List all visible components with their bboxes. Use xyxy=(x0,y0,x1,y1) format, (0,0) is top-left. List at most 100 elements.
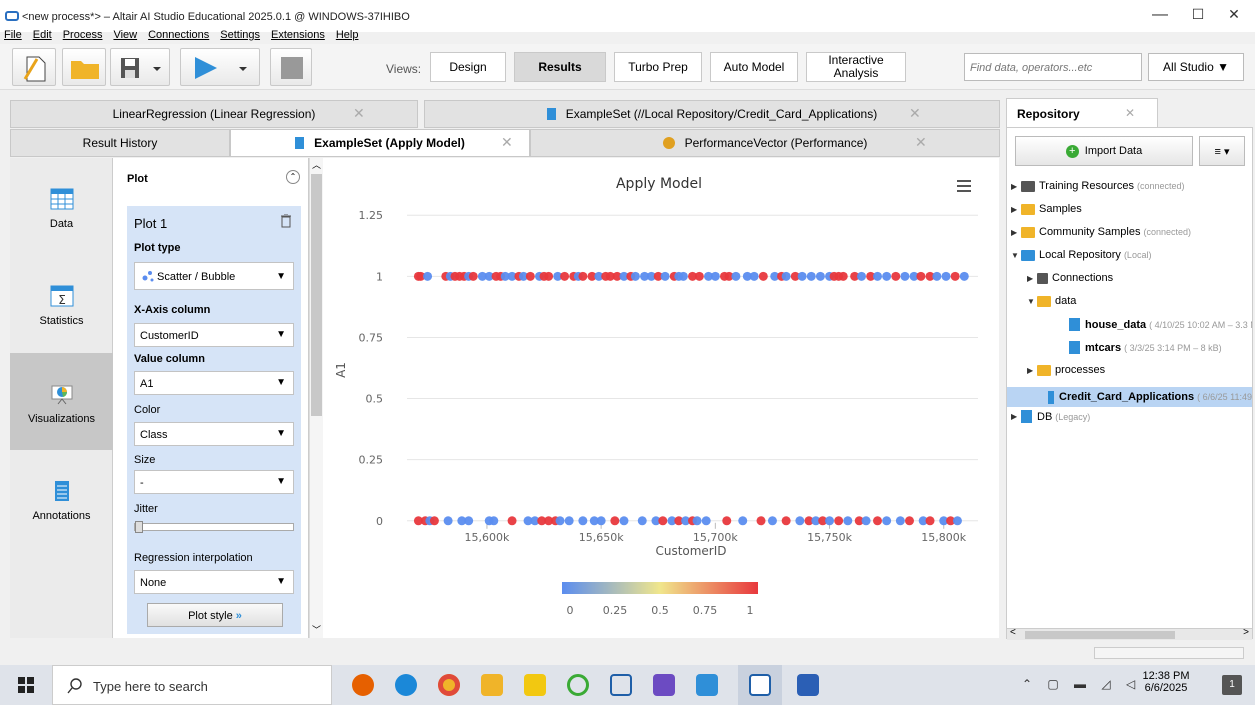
tab-result-history[interactable]: Result History xyxy=(10,129,230,157)
repo-item[interactable]: mtcars( 3/3/25 3:14 PM – 8 kB) xyxy=(1059,341,1222,354)
menu-process[interactable]: Process xyxy=(63,29,103,41)
close-icon[interactable]: ✕ xyxy=(353,105,365,122)
snip-tool-icon[interactable] xyxy=(653,674,675,696)
nav-data[interactable]: Data xyxy=(10,158,113,255)
firefox-icon[interactable] xyxy=(352,674,374,696)
taskbar-active-app[interactable] xyxy=(738,665,782,705)
chart-menu-icon[interactable] xyxy=(957,180,971,192)
run-button[interactable] xyxy=(180,48,260,86)
view-turbo-prep[interactable]: Turbo Prep xyxy=(614,52,702,82)
plot-panel-scrollbar[interactable]: ︿ ﹀ xyxy=(309,158,323,638)
close-icon[interactable]: ✕ xyxy=(915,134,927,151)
tab-performance-vector[interactable]: PerformanceVector (Performance) xyxy=(530,129,1000,157)
menu-help[interactable]: Help xyxy=(336,29,359,41)
edge-icon[interactable] xyxy=(395,674,417,696)
color-select[interactable]: Class ▼ xyxy=(134,422,294,446)
menu-extensions[interactable]: Extensions xyxy=(271,29,325,41)
menu-view[interactable]: View xyxy=(113,29,137,41)
import-data-button[interactable]: + Import Data xyxy=(1015,136,1193,166)
color-label: Color xyxy=(134,404,161,416)
nav-statistics[interactable]: Σ Statistics xyxy=(10,255,113,352)
scroll-thumb[interactable] xyxy=(311,174,322,416)
repo-item[interactable]: ▶ DB (Legacy) xyxy=(1011,410,1090,423)
taskbar-search[interactable]: Type here to search xyxy=(52,665,332,705)
menu-file[interactable]: File xyxy=(4,29,22,41)
regression-select[interactable]: None ▼ xyxy=(134,570,294,594)
power-bi-icon[interactable] xyxy=(524,674,546,696)
nav-visualizations[interactable]: Visualizations xyxy=(10,353,113,450)
repo-item[interactable]: ▶ processes xyxy=(1027,364,1108,376)
menu-edit[interactable]: Edit xyxy=(33,29,52,41)
plot-style-button[interactable]: Plot style » xyxy=(147,603,283,627)
plot-type-select[interactable]: Scatter / Bubble ▼ xyxy=(134,262,294,290)
close-icon[interactable]: ✕ xyxy=(501,134,513,151)
collapse-icon[interactable]: ⌃ xyxy=(286,170,300,184)
repository-menu-button[interactable]: ≡ ▾ xyxy=(1199,136,1245,166)
tab-repository[interactable]: Repository ✕ xyxy=(1006,98,1158,128)
trash-icon[interactable] xyxy=(281,214,291,228)
new-process-button[interactable] xyxy=(12,48,56,86)
value-column-select[interactable]: A1 ▼ xyxy=(134,371,294,395)
scroll-down-icon[interactable]: ﹀ xyxy=(310,623,323,636)
scroll-right-icon[interactable]: > xyxy=(1243,627,1249,638)
stop-button[interactable] xyxy=(270,48,312,86)
windows-start-icon[interactable] xyxy=(18,677,34,693)
maximize-button[interactable]: ☐ xyxy=(1178,6,1218,23)
expand-right-icon[interactable]: ▶ xyxy=(1027,274,1037,283)
menu-settings[interactable]: Settings xyxy=(220,29,260,41)
repo-item[interactable]: ▼ Local Repository (Local) xyxy=(1011,249,1151,261)
expand-right-icon[interactable]: ▶ xyxy=(1011,228,1021,237)
menu-connections[interactable]: Connections xyxy=(148,29,209,41)
expand-right-icon[interactable]: ▶ xyxy=(1011,182,1021,191)
repo-item[interactable]: ▶ Samples xyxy=(1011,203,1085,215)
repository-hscrollbar[interactable]: < > xyxy=(1007,627,1252,640)
save-button[interactable] xyxy=(110,48,170,86)
tab-exampleset-apply-model[interactable]: ExampleSet (Apply Model) xyxy=(230,129,530,157)
open-button[interactable] xyxy=(62,48,106,86)
view-interactive-analysis[interactable]: Interactive Analysis xyxy=(806,52,906,82)
scroll-left-icon[interactable]: < xyxy=(1010,627,1016,638)
clock[interactable]: 12:38 PM 6/6/2025 xyxy=(1138,670,1194,694)
close-button[interactable]: ✕ xyxy=(1214,6,1254,23)
chrome-icon[interactable] xyxy=(438,674,460,696)
file-explorer-icon[interactable] xyxy=(481,674,503,696)
view-design[interactable]: Design xyxy=(430,52,506,82)
altair-icon[interactable] xyxy=(610,674,632,696)
repo-item[interactable]: Credit_Card_Applications( 6/6/25 11:49 xyxy=(1007,387,1252,407)
data-point xyxy=(637,516,647,526)
data-point xyxy=(660,271,670,281)
all-studio-dropdown[interactable]: All Studio ▼ xyxy=(1148,53,1244,81)
view-results[interactable]: Results xyxy=(514,52,606,82)
app-icon[interactable] xyxy=(696,674,718,696)
data-point xyxy=(692,516,702,526)
size-select[interactable]: - ▼ xyxy=(134,470,294,494)
nav-label: Visualizations xyxy=(27,413,96,425)
jitter-handle[interactable] xyxy=(135,521,143,533)
expand-right-icon[interactable]: ▶ xyxy=(1011,412,1021,421)
repo-item[interactable]: house_data( 4/10/25 10:02 AM – 3.3 M xyxy=(1059,318,1252,331)
nav-label: Statistics xyxy=(39,315,84,327)
system-tray-icons[interactable]: ⌃ ▢ ▬ ◿ ◁ xyxy=(1022,677,1141,691)
repo-item[interactable]: ▼ data xyxy=(1027,295,1079,307)
minimize-button[interactable]: — xyxy=(1140,6,1180,24)
notification-icon[interactable]: 1 xyxy=(1222,675,1242,695)
view-auto-model[interactable]: Auto Model xyxy=(710,52,798,82)
expand-right-icon[interactable]: ▶ xyxy=(1011,205,1021,214)
repo-item[interactable]: ▶ Connections xyxy=(1027,272,1116,284)
data-point xyxy=(806,271,816,281)
expand-down-icon[interactable]: ▼ xyxy=(1011,251,1021,260)
repo-item[interactable]: ▶ Community Samples (connected) xyxy=(1011,226,1191,238)
scroll-thumb[interactable] xyxy=(1025,631,1175,639)
scroll-up-icon[interactable]: ︿ xyxy=(310,158,323,171)
anaconda-icon[interactable] xyxy=(567,674,589,696)
expand-right-icon[interactable]: ▶ xyxy=(1027,366,1037,375)
expand-down-icon[interactable]: ▼ xyxy=(1027,297,1037,306)
repo-item[interactable]: ▶ Training Resources (connected) xyxy=(1011,180,1185,192)
word-icon[interactable] xyxy=(797,674,819,696)
nav-annotations[interactable]: Annotations xyxy=(10,450,113,547)
search-input[interactable]: Find data, operators...etc xyxy=(964,53,1142,81)
x-axis-select[interactable]: CustomerID ▼ xyxy=(134,323,294,347)
close-icon[interactable]: ✕ xyxy=(909,105,921,122)
jitter-slider[interactable] xyxy=(134,521,294,533)
close-icon[interactable]: ✕ xyxy=(1125,106,1135,120)
